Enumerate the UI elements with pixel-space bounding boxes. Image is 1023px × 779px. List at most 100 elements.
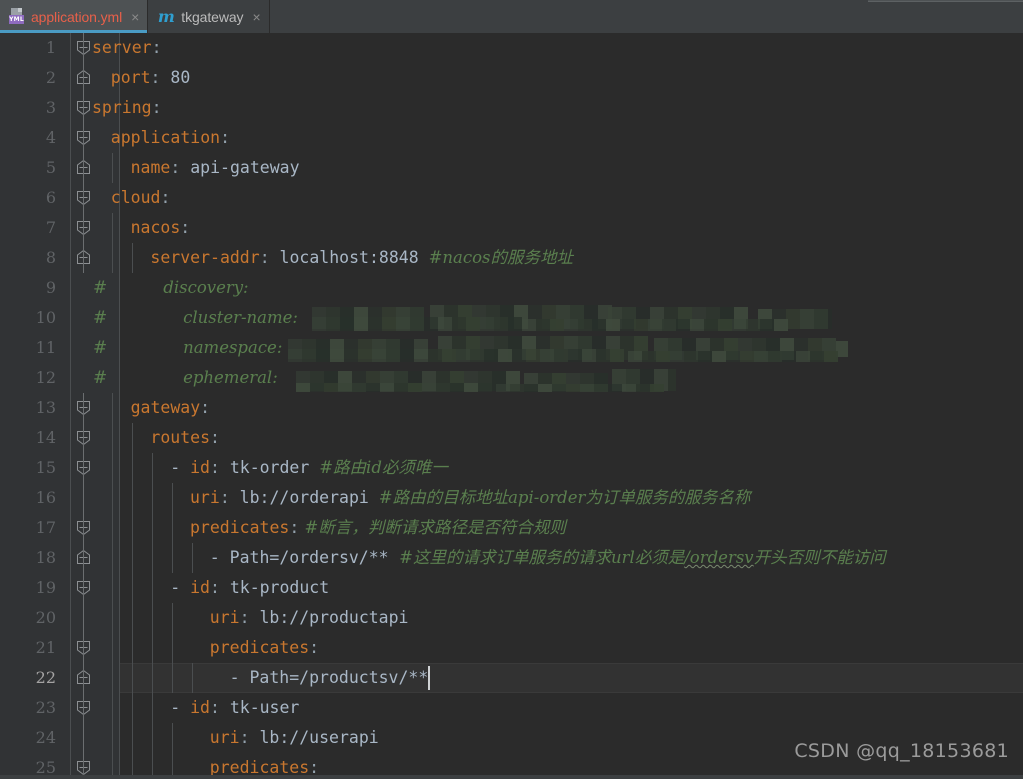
fold-marker-icon[interactable]	[75, 549, 93, 567]
spellcheck-underline: /ordersv	[684, 548, 754, 567]
code-line[interactable]: 8 server-addr: localhost:8848 #nacos的服务地址	[0, 243, 1023, 273]
indent-guide	[152, 453, 153, 483]
code-line[interactable]: 21 predicates:	[0, 633, 1023, 663]
indent-guide	[112, 663, 113, 693]
fold-marker-icon[interactable]	[75, 189, 93, 207]
code-text: nacos:	[130, 218, 191, 237]
close-icon[interactable]: ×	[131, 10, 139, 24]
fold-marker-icon[interactable]	[75, 249, 93, 267]
code-line[interactable]: 18 - Path=/ordersv/** #这里的请求订单服务的请求url必须是…	[0, 543, 1023, 573]
indent-guide	[112, 603, 113, 633]
indent-guide	[132, 723, 133, 753]
line-number: 10	[35, 308, 56, 327]
code-line[interactable]: 11 # namespace:	[0, 333, 1023, 363]
indent-guide	[172, 543, 173, 573]
indent-guide	[132, 483, 133, 513]
code-lines: 1 server: 2 port: 80 3 spring: 4 application: 5 n…	[0, 33, 1023, 779]
code-line[interactable]: 10 # cluster-name:	[0, 303, 1023, 333]
code-line[interactable]: 7 nacos:	[0, 213, 1023, 243]
code-line[interactable]: 9 # discovery:	[0, 273, 1023, 303]
indent-guide	[152, 513, 153, 543]
comment-hash: #	[93, 278, 108, 298]
fold-marker-icon[interactable]	[75, 459, 93, 477]
fold-marker-icon[interactable]	[75, 219, 93, 237]
indent-guide	[132, 633, 133, 663]
fold-marker-icon[interactable]	[75, 699, 93, 717]
fold-thread	[83, 453, 84, 483]
code-line[interactable]: 22 - Path=/productsv/**	[0, 663, 1023, 693]
code-text: ephemeral:	[183, 368, 278, 387]
window-top-edge	[868, 0, 1023, 2]
code-line[interactable]: 4 application:	[0, 123, 1023, 153]
line-number: 23	[35, 698, 56, 717]
code-line[interactable]: 15 - id: tk-order #路由id必须唯一	[0, 453, 1023, 483]
indent-guide	[132, 423, 133, 453]
line-number: 6	[45, 188, 56, 207]
fold-marker-icon[interactable]	[75, 669, 93, 687]
indent-guide	[112, 453, 113, 483]
line-number: 16	[35, 488, 56, 507]
close-icon[interactable]: ×	[252, 10, 260, 24]
line-number: 20	[35, 608, 56, 627]
code-line[interactable]: 13 gateway:	[0, 393, 1023, 423]
maven-module-icon: m	[157, 6, 175, 26]
code-line[interactable]: 19 - id: tk-product	[0, 573, 1023, 603]
code-line[interactable]: 6 cloud:	[0, 183, 1023, 213]
redacted-value	[312, 303, 832, 333]
code-text: cloud:	[110, 188, 171, 207]
code-line[interactable]: 5 name: api-gateway	[0, 153, 1023, 183]
line-number: 17	[35, 518, 56, 537]
indent-guide	[112, 153, 113, 183]
code-text: uri: lb://userapi	[209, 728, 379, 747]
fold-marker-icon[interactable]	[75, 99, 93, 117]
code-line[interactable]: 1 server:	[0, 33, 1023, 63]
fold-marker-icon[interactable]	[75, 429, 93, 447]
line-number: 1	[45, 38, 56, 57]
fold-marker-icon[interactable]	[75, 399, 93, 417]
line-number: 24	[35, 728, 56, 747]
indent-guide	[172, 633, 173, 663]
indent-guide	[132, 603, 133, 633]
editor-tab-bar: YML application.yml × m tkgateway ×	[0, 0, 1023, 33]
code-line[interactable]: 20 uri: lb://productapi	[0, 603, 1023, 633]
line-number: 21	[35, 638, 56, 657]
line-number: 22	[35, 668, 56, 687]
fold-thread	[83, 213, 84, 243]
fold-thread	[83, 153, 84, 183]
tab-label-tkgateway: tkgateway	[181, 8, 244, 25]
fold-marker-icon[interactable]	[75, 639, 93, 657]
tab-tkgateway[interactable]: m tkgateway ×	[148, 0, 270, 33]
fold-marker-icon[interactable]	[75, 579, 93, 597]
fold-thread	[83, 423, 84, 453]
fold-marker-icon[interactable]	[75, 129, 93, 147]
fold-marker-icon[interactable]	[75, 69, 93, 87]
code-editor[interactable]: 1 server: 2 port: 80 3 spring: 4 application: 5 n…	[0, 33, 1023, 779]
code-text: uri: lb://orderapi #路由的目标地址api-order为订单服…	[190, 488, 751, 507]
fold-thread	[83, 183, 84, 213]
fold-thread	[83, 693, 84, 723]
line-number: 14	[35, 428, 56, 447]
code-text: spring:	[92, 98, 162, 117]
line-number: 7	[45, 218, 56, 237]
code-text: server-addr: localhost:8848 #nacos的服务地址	[150, 248, 574, 267]
code-line[interactable]: 2 port: 80	[0, 63, 1023, 93]
fold-marker-icon[interactable]	[75, 39, 93, 57]
tab-application-yml[interactable]: YML application.yml ×	[0, 0, 149, 33]
fold-marker-icon[interactable]	[75, 159, 93, 177]
code-line[interactable]: 16 uri: lb://orderapi #路由的目标地址api-order为订…	[0, 483, 1023, 513]
indent-guide	[112, 723, 113, 753]
text-caret	[427, 666, 430, 690]
comment-hash: #	[93, 368, 108, 388]
code-line[interactable]: 17 predicates: #断言，判断请求路径是否符合规则	[0, 513, 1023, 543]
code-line[interactable]: 23 - id: tk-user	[0, 693, 1023, 723]
code-line[interactable]: 14 routes:	[0, 423, 1023, 453]
code-line[interactable]: 12 # ephemeral:	[0, 363, 1023, 393]
fold-thread	[83, 93, 84, 123]
indent-guide	[112, 213, 113, 243]
indent-guide	[112, 243, 113, 273]
fold-marker-icon[interactable]	[75, 519, 93, 537]
code-text: uri: lb://productapi	[209, 608, 409, 627]
indent-guide	[152, 633, 153, 663]
code-line[interactable]: 3 spring:	[0, 93, 1023, 123]
code-text: routes:	[150, 428, 220, 447]
